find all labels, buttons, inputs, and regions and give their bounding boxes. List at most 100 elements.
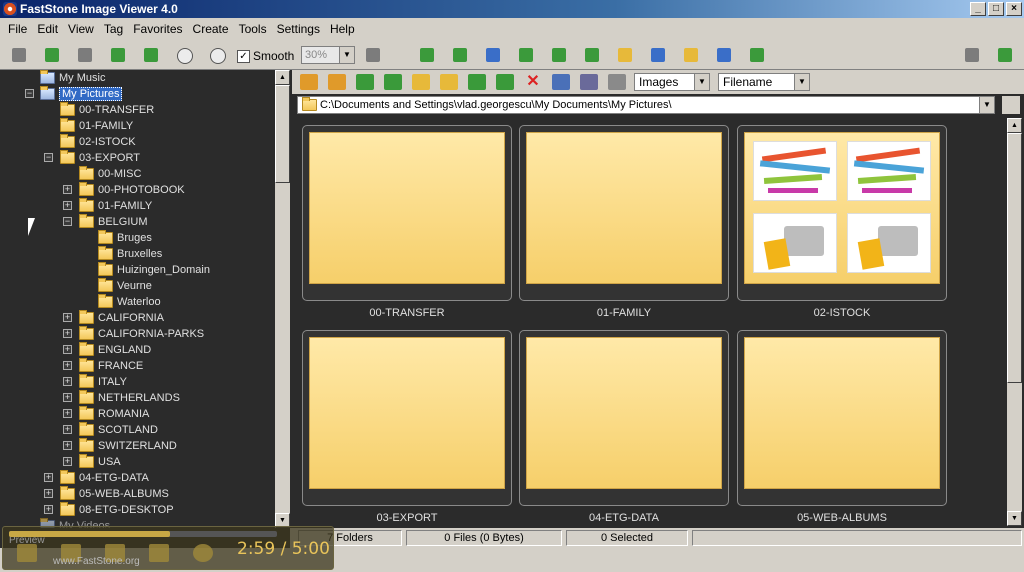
thumbnail-card[interactable]	[519, 330, 729, 506]
print-icon[interactable]	[713, 44, 735, 66]
tree-item[interactable]: + SWITZERLAND	[63, 438, 177, 454]
stop-icon[interactable]	[17, 544, 37, 562]
expand-icon[interactable]: +	[63, 313, 72, 322]
delete-icon[interactable]: ✕	[524, 74, 542, 90]
layout-icon[interactable]	[961, 44, 983, 66]
save-icon[interactable]	[74, 44, 96, 66]
tree-item[interactable]: + CALIFORNIA	[63, 310, 164, 326]
video-progress-bar[interactable]	[9, 531, 277, 537]
menu-tools[interactable]: Tools	[234, 22, 272, 36]
expand-icon[interactable]: +	[63, 393, 72, 402]
move-to-icon[interactable]	[496, 74, 514, 90]
tree-item[interactable]: − 03-EXPORT	[44, 150, 140, 166]
expand-icon[interactable]: +	[63, 201, 72, 210]
collapse-icon[interactable]: −	[44, 153, 53, 162]
thumbnail-card[interactable]	[519, 125, 729, 301]
menu-view[interactable]: View	[63, 22, 99, 36]
expand-icon[interactable]: +	[63, 409, 72, 418]
tree-item[interactable]: + CALIFORNIA-PARKS	[63, 326, 204, 342]
thumbnail-card[interactable]	[302, 125, 512, 301]
email-icon[interactable]	[680, 44, 702, 66]
open-icon[interactable]	[8, 44, 30, 66]
expand-icon[interactable]: +	[63, 425, 72, 434]
tree-item-my-pictures[interactable]: − My Pictures	[25, 86, 123, 102]
refresh-icon[interactable]	[384, 74, 402, 90]
minimize-button[interactable]: _	[970, 2, 986, 16]
sort-select[interactable]: Filename ▼	[718, 73, 810, 91]
zoom-select[interactable]: 30% ▼	[301, 46, 355, 64]
list-view-icon[interactable]	[580, 74, 598, 90]
expand-icon[interactable]: +	[63, 185, 72, 194]
path-input[interactable]: C:\Documents and Settings\vlad.georgescu…	[297, 96, 995, 114]
close-button[interactable]: ×	[1006, 2, 1022, 16]
hand-tool-icon[interactable]	[362, 44, 384, 66]
scroll-thumb[interactable]	[1007, 133, 1022, 383]
tree-item[interactable]: Veurne	[98, 278, 152, 294]
maximize-button[interactable]: □	[988, 2, 1004, 16]
filmstrip-icon[interactable]	[614, 44, 636, 66]
expand-icon[interactable]: +	[44, 505, 53, 514]
tree-item[interactable]: − BELGIUM	[63, 214, 148, 230]
tree-item[interactable]: + FRANCE	[63, 358, 143, 374]
tree-item[interactable]: Bruxelles	[98, 246, 162, 262]
zoom-out-icon[interactable]	[206, 44, 228, 66]
tree-item[interactable]: +08-ETG-DESKTOP	[44, 502, 174, 518]
thumbnails-view-icon[interactable]	[552, 74, 570, 90]
file-filter-select[interactable]: Images ▼	[634, 73, 710, 91]
crop-icon[interactable]	[449, 44, 471, 66]
menu-tag[interactable]: Tag	[99, 22, 128, 36]
back-icon[interactable]	[300, 74, 318, 90]
expand-icon[interactable]: +	[63, 345, 72, 354]
thumbnail-card[interactable]	[737, 125, 947, 301]
expand-icon[interactable]: +	[63, 329, 72, 338]
tree-item[interactable]: +05-WEB-ALBUMS	[44, 486, 169, 502]
tree-item[interactable]: 02-ISTOCK	[60, 134, 136, 150]
menu-create[interactable]: Create	[188, 22, 234, 36]
details-view-icon[interactable]	[608, 74, 626, 90]
new-folder-icon[interactable]	[440, 74, 458, 90]
rotate-left-icon[interactable]	[515, 44, 537, 66]
tree-item[interactable]: 01-FAMILY	[60, 118, 133, 134]
tree-item[interactable]: +00-PHOTOBOOK	[63, 182, 185, 198]
menu-edit[interactable]: Edit	[32, 22, 63, 36]
tree-item[interactable]: + ITALY	[63, 374, 127, 390]
expand-icon[interactable]: +	[44, 489, 53, 498]
slideshow-icon[interactable]	[416, 44, 438, 66]
expand-icon[interactable]: +	[63, 457, 72, 466]
expand-icon[interactable]: +	[63, 377, 72, 386]
tree-item[interactable]: +01-FAMILY	[63, 198, 152, 214]
close-player-icon[interactable]	[193, 544, 213, 562]
path-history-icon[interactable]	[1002, 96, 1020, 114]
forward-icon[interactable]	[328, 74, 346, 90]
tree-item[interactable]: + ROMANIA	[63, 406, 149, 422]
rewind-icon[interactable]	[149, 544, 169, 562]
tree-item[interactable]: + SCOTLAND	[63, 422, 158, 438]
wallpaper-icon[interactable]	[647, 44, 669, 66]
tree-item[interactable]: 00-MISC	[79, 166, 141, 182]
tree-item[interactable]: + USA	[63, 454, 121, 470]
tree-item[interactable]: Bruges	[98, 230, 152, 246]
next-icon[interactable]	[140, 44, 162, 66]
menu-help[interactable]: Help	[325, 22, 360, 36]
tree-item[interactable]: Waterloo	[98, 294, 161, 310]
tree-item[interactable]: Huizingen_Domain	[98, 262, 210, 278]
zoom-in-icon[interactable]	[173, 44, 195, 66]
grid-scrollbar[interactable]: ▲ ▼	[1007, 118, 1022, 526]
tree-item[interactable]: +04-ETG-DATA	[44, 470, 149, 486]
collapse-icon[interactable]: −	[25, 89, 34, 98]
thumbnail-card[interactable]	[737, 330, 947, 506]
compare-icon[interactable]	[581, 44, 603, 66]
up-folder-icon[interactable]	[356, 74, 374, 90]
scroll-down-icon[interactable]: ▼	[1007, 511, 1022, 526]
tree-item[interactable]: + ENGLAND	[63, 342, 151, 358]
expand-icon[interactable]: +	[63, 361, 72, 370]
expand-icon[interactable]: +	[63, 441, 72, 450]
fullscreen-icon[interactable]	[994, 44, 1016, 66]
scroll-up-icon[interactable]: ▲	[1007, 118, 1022, 133]
scroll-up-icon[interactable]: ▲	[275, 70, 290, 85]
copy-to-icon[interactable]	[468, 74, 486, 90]
tree-item[interactable]: + NETHERLANDS	[63, 390, 180, 406]
expand-icon[interactable]: +	[44, 473, 53, 482]
menu-settings[interactable]: Settings	[272, 22, 325, 36]
tag-icon[interactable]	[746, 44, 768, 66]
